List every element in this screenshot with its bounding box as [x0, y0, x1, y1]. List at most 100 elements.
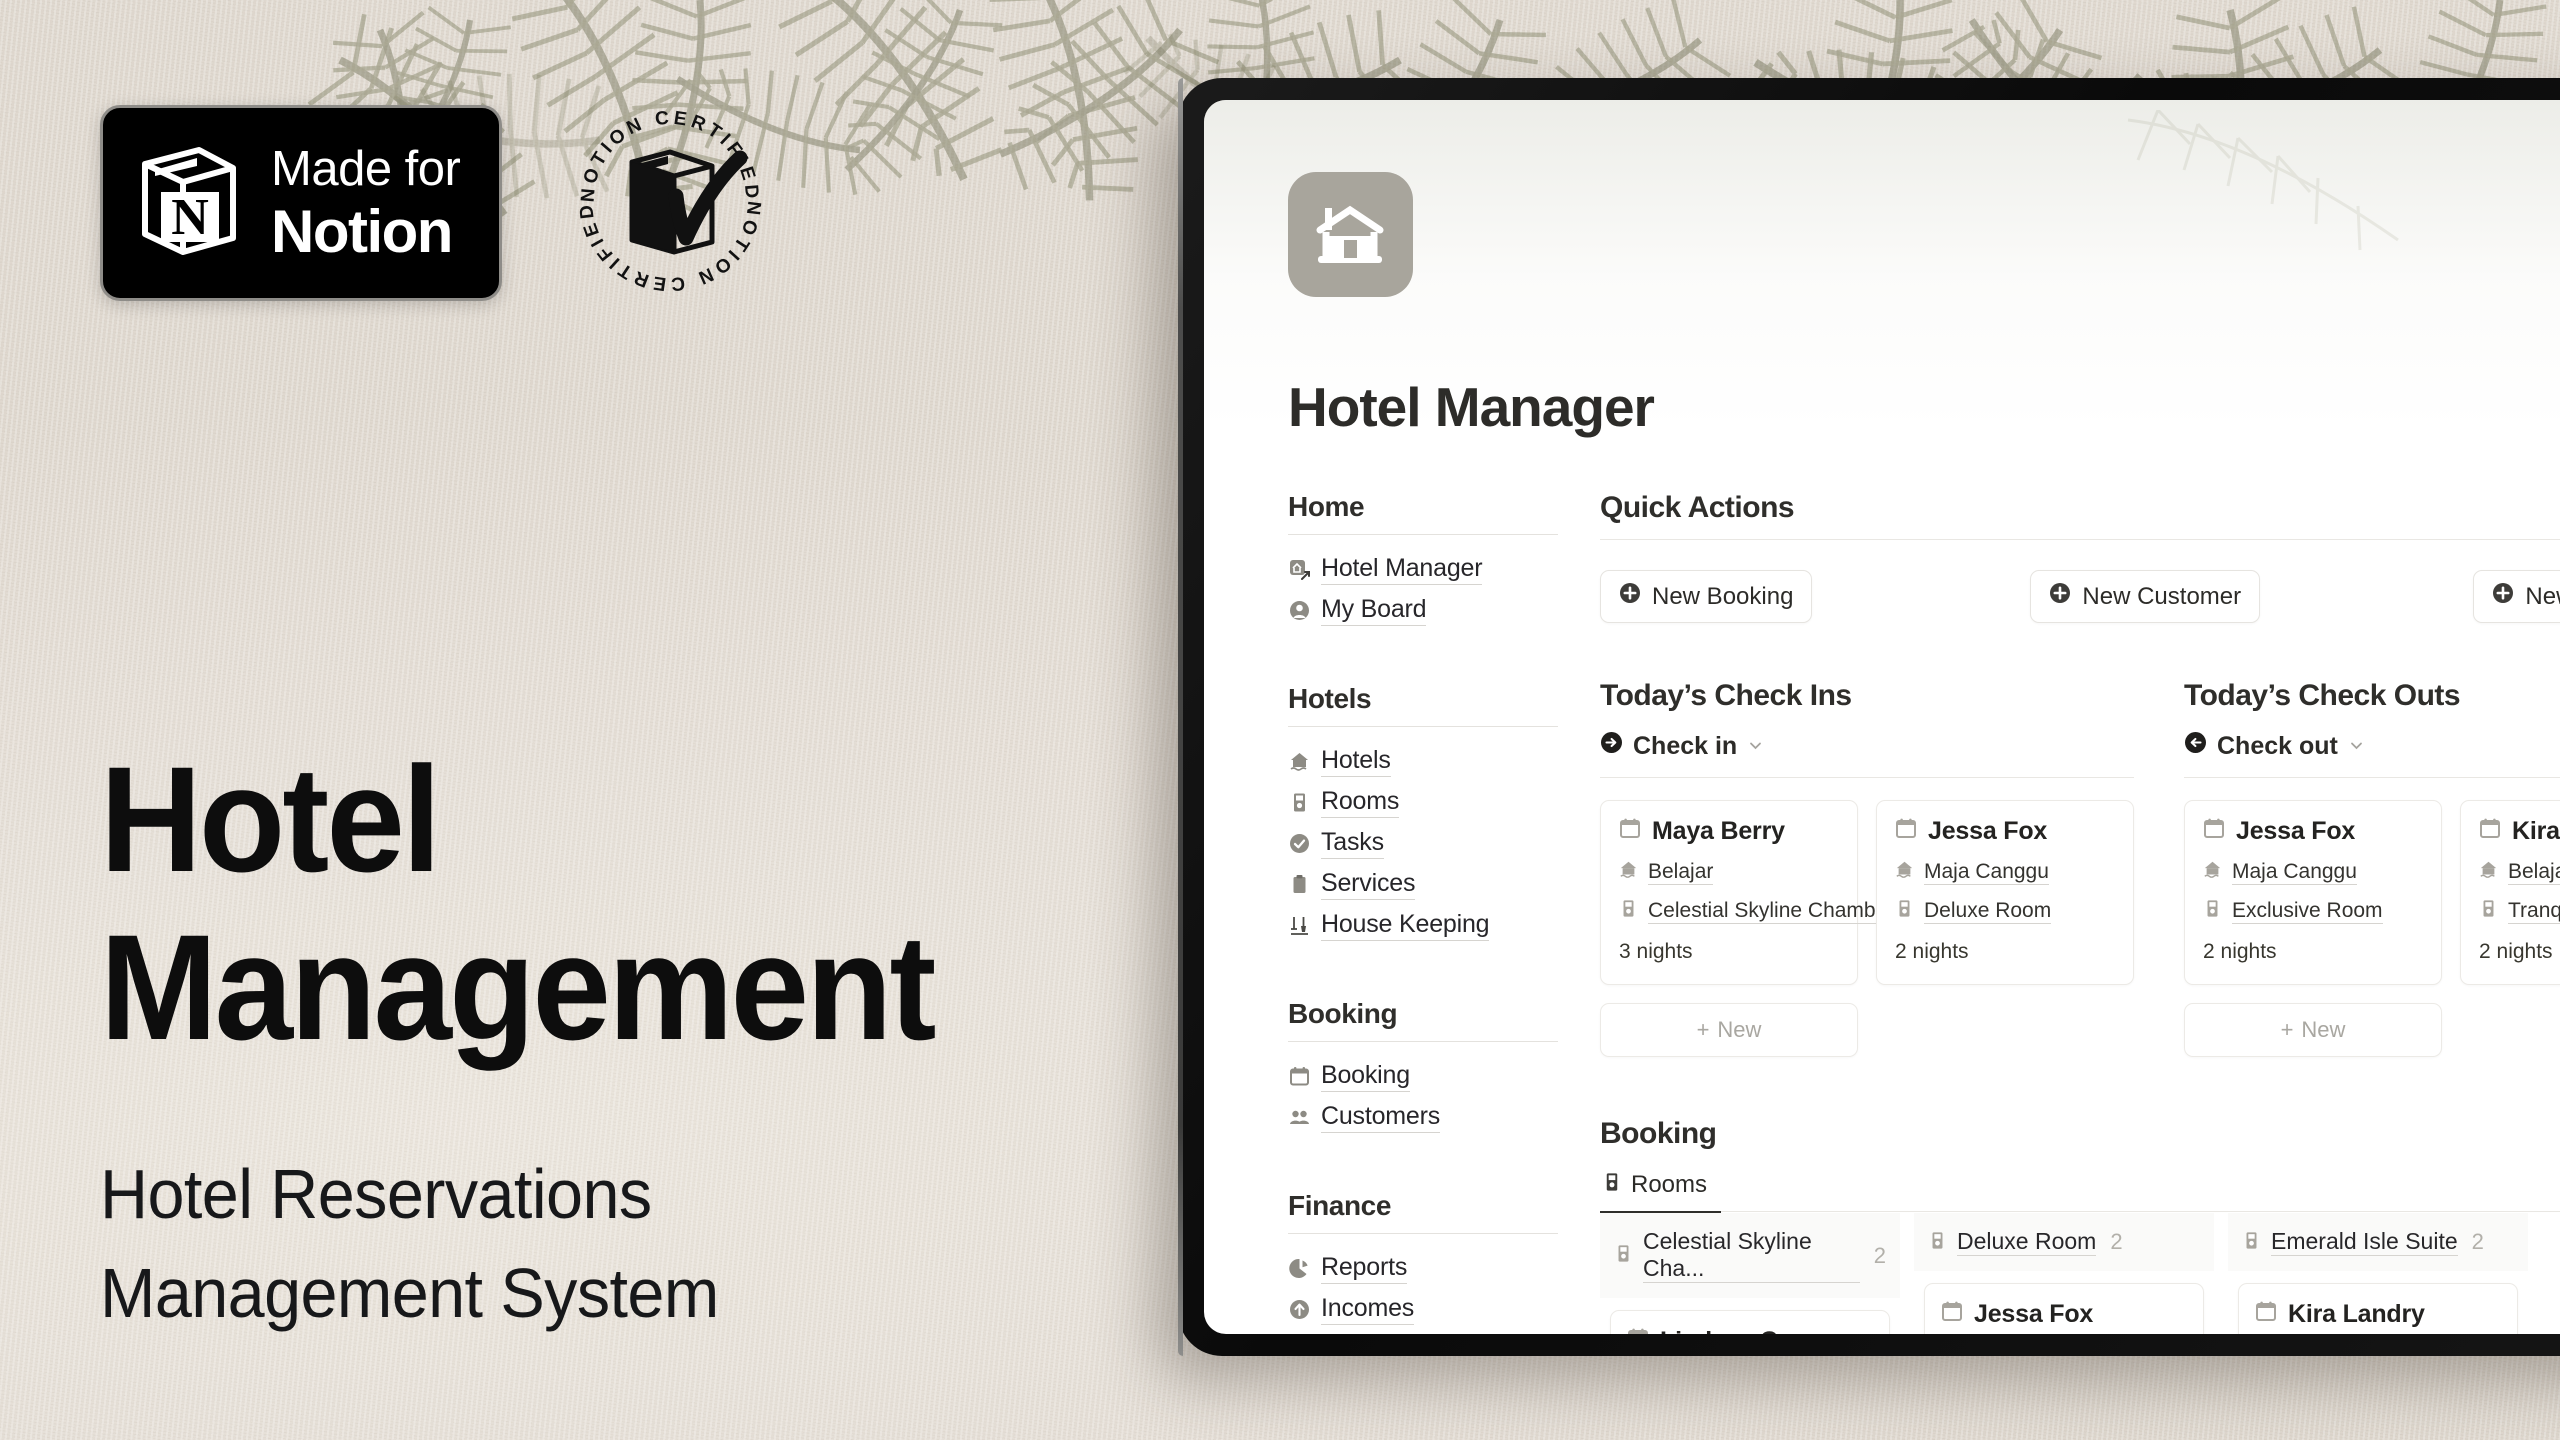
- sidebar-item-expenses[interactable]: Expenses: [1288, 1330, 1558, 1334]
- check-out-card[interactable]: Jessa Fox Maja Canggu Exclusive Room 2 n…: [2184, 800, 2442, 985]
- arrow-up-circle-icon: [1288, 1298, 1311, 1321]
- hotel-building-icon: [1619, 860, 1638, 885]
- room-name[interactable]: Tranquil Room: [2508, 899, 2560, 924]
- card-room-row: Exclusive Room: [2203, 899, 2423, 924]
- button-label: New Customer: [2082, 582, 2242, 610]
- divider: [1288, 1233, 1558, 1234]
- card-title-row: Maya Berry: [1619, 817, 1839, 846]
- sidebar-item-label: Reports: [1321, 1253, 1407, 1284]
- sidebar-item-label: House Keeping: [1321, 910, 1490, 941]
- check-out-card[interactable]: Kira Landry Belajar: [2460, 800, 2560, 985]
- new-check-in-button[interactable]: + New: [1600, 1003, 1858, 1057]
- sidebar-item-rooms[interactable]: Rooms: [1288, 782, 1558, 823]
- room-name[interactable]: Exclusive Room: [2232, 899, 2383, 924]
- sidebar-item-customers[interactable]: Customers: [1288, 1097, 1558, 1138]
- booking-column: Emerald Isle Suite 2 Kira Landry: [2228, 1213, 2528, 1334]
- column-count: 2: [2471, 1229, 2484, 1254]
- booking-card[interactable]: Jessa Fox Maja Canggu 2 nights: [1924, 1283, 2204, 1334]
- sidebar-item-services[interactable]: Services: [1288, 864, 1558, 905]
- sidebar-item-label: Hotels: [1321, 746, 1391, 777]
- hotel-name[interactable]: Maja Canggu: [1924, 860, 2049, 885]
- chevron-down-icon[interactable]: [1747, 732, 1764, 761]
- new-booking-button[interactable]: New Booking: [1600, 570, 1813, 623]
- check-circle-icon: [1288, 832, 1311, 855]
- sidebar-group-hotels: Hotels Hotels Rooms Tasks Services House…: [1288, 683, 1558, 946]
- card-title-row: Lindsay Curry: [1627, 1327, 1873, 1334]
- notion-certified-seal: NOTION CERTIFIED NOTION CERTIFIED: [570, 100, 770, 300]
- room-name[interactable]: Celestial Skyline Chamber: [1648, 899, 1895, 924]
- hotel-building-icon: [1288, 750, 1311, 773]
- sidebar-item-label: Rooms: [1321, 787, 1399, 818]
- sidebar-group-title: Finance: [1288, 1190, 1392, 1221]
- check-in-filter[interactable]: Check in: [1600, 731, 2134, 761]
- new-check-out-button[interactable]: + New: [2184, 1003, 2442, 1057]
- new-task-button[interactable]: New Task: [2473, 570, 2560, 623]
- check-outs-panel: Today’s Check Outs Check out Jessa Fox M…: [2184, 679, 2560, 1057]
- sidebar-item-tasks[interactable]: Tasks: [1288, 823, 1558, 864]
- booking-card[interactable]: Lindsay Curry Belajar 3 nights: [1610, 1310, 1890, 1334]
- card-room-row: Tranquil Room: [2479, 899, 2560, 924]
- sidebar-item-reports[interactable]: Reports: [1288, 1248, 1558, 1289]
- card-hotel-row: Maja Canggu: [1895, 860, 2115, 885]
- booking-card[interactable]: Kira Landry Maja Canggu 2 nights: [2238, 1283, 2518, 1334]
- room-door-icon: [1288, 791, 1311, 814]
- badge-notion-text: Notion: [271, 197, 453, 265]
- divider: [1288, 726, 1558, 727]
- sidebar-item-incomes[interactable]: Incomes: [1288, 1289, 1558, 1330]
- sidebar-item-label: My Board: [1321, 595, 1427, 626]
- new-customer-button[interactable]: New Customer: [2030, 570, 2261, 623]
- hotel-name[interactable]: Belajar: [1648, 860, 1714, 885]
- sidebar-item-hotel-manager[interactable]: Hotel Manager: [1288, 549, 1558, 590]
- tab-rooms[interactable]: Rooms: [1600, 1171, 1722, 1213]
- sidebar-item-hotels[interactable]: Hotels: [1288, 741, 1558, 782]
- calendar-icon: [1627, 1327, 1649, 1334]
- column-count: 2: [1873, 1242, 1886, 1268]
- room-door-icon: [2203, 899, 2222, 924]
- column-header[interactable]: Celestial Skyline Cha... 2: [1600, 1213, 1900, 1298]
- sidebar-item-label: Services: [1321, 869, 1415, 900]
- page-title: Hotel Management: [100, 735, 936, 1071]
- column-header[interactable]: Deluxe Room 2: [1914, 1213, 2214, 1271]
- booking-board-section: Booking Rooms Celestial Skyline Cha... 2…: [1600, 1117, 2560, 1334]
- room-door-icon: [2479, 899, 2498, 924]
- guest-name: Jessa Fox: [2236, 817, 2356, 845]
- check-out-filter[interactable]: Check out: [2184, 731, 2560, 761]
- hotel-name[interactable]: Maja Canggu: [2232, 860, 2357, 885]
- card-title-row: Jessa Fox: [1941, 1300, 2187, 1329]
- card-hotel-row: Maja Canggu: [2203, 860, 2423, 885]
- sidebar-item-label: Customers: [1321, 1102, 1440, 1133]
- column-count: 2: [2110, 1229, 2123, 1254]
- people-icon: [1288, 1106, 1311, 1129]
- column-title: Deluxe Room: [1957, 1228, 2097, 1256]
- filter-label: Check out: [2217, 731, 2338, 760]
- badge-made-for-text: Made for: [271, 141, 461, 196]
- person-circle-icon: [1288, 599, 1311, 622]
- sidebar-item-booking[interactable]: Booking: [1288, 1056, 1558, 1097]
- sidebar-item-house-keeping[interactable]: House Keeping: [1288, 905, 1558, 946]
- hotel-building-icon: [1895, 860, 1914, 885]
- chevron-down-icon[interactable]: [2348, 732, 2365, 761]
- sidebar-group-title: Booking: [1288, 998, 1398, 1029]
- main-content: Quick Actions New Booking New Customer N…: [1588, 491, 2560, 1334]
- nights-count: 2 nights: [1895, 940, 1969, 963]
- check-in-card[interactable]: Jessa Fox Maja Canggu Deluxe Room 2 nigh…: [1876, 800, 2134, 985]
- check-outs-title: Today’s Check Outs: [2184, 679, 2461, 712]
- check-in-card[interactable]: Maya Berry Belajar Celestial Skyline Cha…: [1600, 800, 1895, 985]
- divider: [1288, 534, 1558, 535]
- hotel-building-icon: [2203, 860, 2222, 885]
- room-door-icon: [1619, 899, 1638, 924]
- guest-name: Lindsay Curry: [1660, 1327, 1826, 1334]
- hotel-name[interactable]: Belajar: [2508, 860, 2560, 885]
- check-ins-title: Today’s Check Ins: [1600, 679, 1852, 712]
- subhead-line-2: Management System: [100, 1254, 719, 1333]
- room-name[interactable]: Deluxe Room: [1924, 899, 2052, 924]
- sidebar-item-my-board[interactable]: My Board: [1288, 590, 1558, 631]
- house-icon: [1288, 172, 1413, 297]
- column-header[interactable]: Emerald Isle Suite 2: [2228, 1213, 2528, 1271]
- sidebar-group-title: Home: [1288, 491, 1365, 522]
- nights-count: 2 nights: [2479, 940, 2553, 963]
- headline-line-2: Management: [100, 903, 936, 1071]
- calendar-icon: [1895, 817, 1917, 846]
